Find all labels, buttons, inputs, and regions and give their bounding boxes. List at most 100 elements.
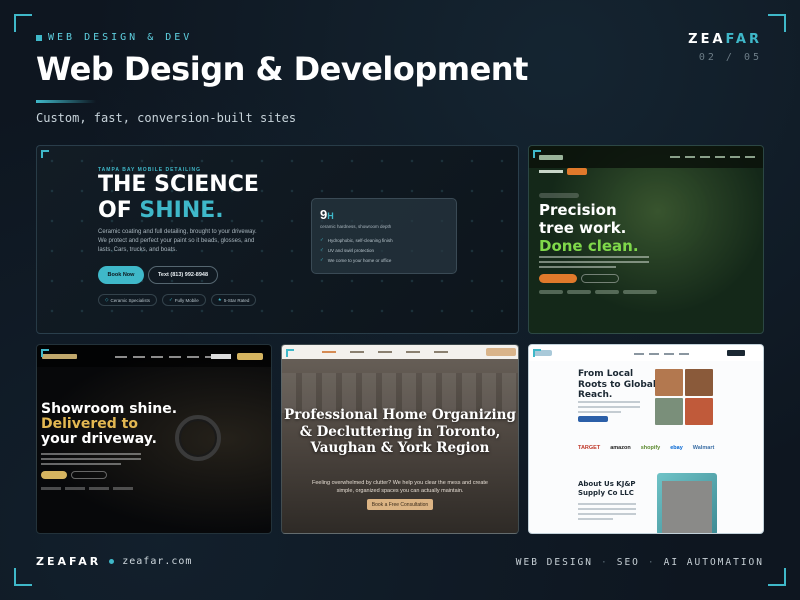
nav-links — [634, 353, 689, 355]
list-item: ✓ We come to your home or office — [320, 255, 393, 265]
hero-text-lines — [578, 401, 640, 416]
auto-headline-line2: Delivered to — [41, 416, 138, 432]
card-corner-mark — [286, 349, 294, 357]
organizing-subtext: Feeling overwhelmed by clutter? We help … — [312, 480, 488, 494]
organizing-headline: Professional Home Organizing & Declutter… — [284, 407, 516, 456]
brand-logo-accent: FAR — [725, 32, 762, 47]
about-text-lines — [578, 503, 636, 523]
corner-bracket-top-right — [768, 14, 786, 32]
nav-links — [670, 156, 755, 158]
check-icon: ✓ — [320, 247, 324, 252]
supply-headline-line3: Reach. — [578, 390, 613, 400]
chip-label: Ceramic Specialists — [110, 297, 150, 303]
detailing-headline-line1: THE SCIENCE — [98, 172, 259, 197]
square-bullet-icon — [36, 34, 42, 41]
ebay-logo: ebay — [670, 445, 683, 451]
nav-links — [115, 356, 217, 358]
check-icon: ✓ — [320, 257, 324, 262]
hero-button — [578, 416, 608, 422]
about-heading-line1: About Us KJ&P — [578, 480, 636, 488]
dot-icon — [109, 559, 115, 564]
supply-headline-line1: From Local — [578, 369, 634, 379]
hero-text-lines — [41, 453, 141, 468]
chip-label: 5-Star Rated — [223, 297, 250, 303]
car-wheel-image — [175, 415, 221, 461]
detailing-headline-of: OF — [98, 198, 140, 223]
benefit-list: ✓ Hydrophobic, self-cleaning finish ✓ UV a… — [320, 235, 393, 265]
list-item: ✓ Hydrophobic, self-cleaning finish — [320, 235, 393, 245]
site-nav — [529, 146, 763, 168]
about-heading-line2: Supply Co LLC — [578, 488, 634, 497]
nav-cta-button — [237, 353, 263, 360]
nav-links — [322, 351, 448, 353]
hero-secondary-button — [581, 274, 619, 283]
chip-label: Fully Mobile — [174, 297, 199, 303]
hardness-value: 9H — [320, 207, 334, 222]
detailing-headline-highlight: SHINE. — [139, 198, 224, 223]
partner-logos: TARGET amazon shopify ebay Walmart — [578, 445, 714, 451]
portfolio-card-auto-detailing[interactable]: Showroom shine. Delivered to your drivew… — [36, 344, 272, 534]
hero-tags — [539, 290, 657, 294]
consultation-button[interactable]: Book a Free Consultation — [367, 499, 433, 510]
tree-headline-line1: Precision — [539, 201, 617, 219]
walmart-logo: Walmart — [692, 445, 715, 451]
text-phone-button[interactable]: Text (813) 992-8948 — [148, 266, 218, 284]
portfolio-card-supply-company[interactable]: From Local Roots to Global Reach. TARGET… — [528, 344, 764, 534]
detailing-headline-line2: OF SHINE. — [98, 198, 259, 224]
corner-bracket-bottom-right — [768, 568, 786, 586]
auto-headline: Showroom shine. Delivered to your drivew… — [41, 402, 177, 447]
service-web-design: WEB DESIGN — [515, 557, 593, 568]
star-icon: ★ — [217, 297, 222, 302]
separator: · — [601, 557, 609, 568]
portfolio-card-detailing[interactable]: TAMPA BAY MOBILE DETAILING THE SCIENCE O… — [36, 145, 519, 334]
card-corner-mark — [533, 150, 541, 158]
page-title: Web Design & Development — [36, 50, 528, 88]
page-subtitle: Custom, fast, conversion-built sites — [36, 111, 297, 125]
tree-headline-line2: tree work. — [539, 219, 627, 237]
detailing-headline: THE SCIENCE OF SHINE. — [98, 172, 259, 224]
hero-text-lines — [539, 256, 649, 271]
brand-logo-main: ZEA — [688, 32, 726, 47]
supply-headline-line2: Roots to Global — [578, 379, 656, 390]
auto-headline-line1: Showroom shine. — [41, 401, 178, 417]
portfolio-card-home-organizing[interactable]: Professional Home Organizing & Declutter… — [281, 344, 519, 534]
list-item-text: We come to your home or office — [327, 257, 392, 263]
service-ai-automation: AI AUTOMATION — [663, 557, 764, 568]
supply-headline: From Local Roots to Global Reach. — [578, 369, 656, 401]
auto-headline-line3: your driveway. — [41, 431, 157, 447]
hardness-unit: H — [327, 211, 334, 221]
book-now-button[interactable]: Book Now — [98, 266, 144, 284]
phone-placeholder — [539, 170, 563, 173]
hero-tags — [41, 487, 133, 490]
service-seo: SEO — [616, 557, 640, 568]
footer-brand: ZEAFAR zeafar.com — [36, 555, 192, 568]
footer-services: WEB DESIGN · SEO · AI AUTOMATION — [516, 557, 764, 568]
card-corner-mark — [533, 349, 541, 357]
brand-logo: ZEAFAR — [688, 32, 762, 47]
eyebrow: WEB DESIGN & DEV — [36, 32, 192, 43]
nav-cta-button — [727, 350, 745, 356]
amazon-logo: amazon — [610, 445, 631, 451]
site-nav — [282, 345, 518, 359]
footer-brand-name: ZEAFAR — [36, 555, 102, 568]
hardness-caption: ceramic hardness, showroom depth — [320, 224, 392, 229]
store-image — [657, 473, 717, 533]
nav-cta-button — [567, 168, 587, 175]
list-item-text: UV and swirl protection — [327, 247, 375, 253]
list-item-text: Hydrophobic, self-cleaning finish — [327, 237, 393, 243]
hero-primary-button — [539, 274, 577, 283]
hero-pill — [539, 193, 579, 198]
footer-url[interactable]: zeafar.com — [122, 556, 192, 567]
list-item: ✓ UV and swirl protection — [320, 245, 393, 255]
corner-bracket-top-left — [14, 14, 32, 32]
title-underline — [36, 100, 96, 103]
site-logo — [539, 155, 563, 160]
portfolio-card-tree-service[interactable]: Precision tree work. Done clean. — [528, 145, 764, 334]
tree-headline-line3: Done clean. — [539, 237, 639, 255]
card-corner-mark — [41, 150, 49, 158]
site-nav — [529, 345, 763, 361]
eyebrow-text: WEB DESIGN & DEV — [48, 32, 193, 43]
chip-mobile: ✓ Fully Mobile — [161, 294, 206, 306]
hardness-panel: 9H ceramic hardness, showroom depth ✓ Hyd… — [311, 198, 457, 274]
about-heading: About Us KJ&P Supply Co LLC — [578, 480, 636, 497]
